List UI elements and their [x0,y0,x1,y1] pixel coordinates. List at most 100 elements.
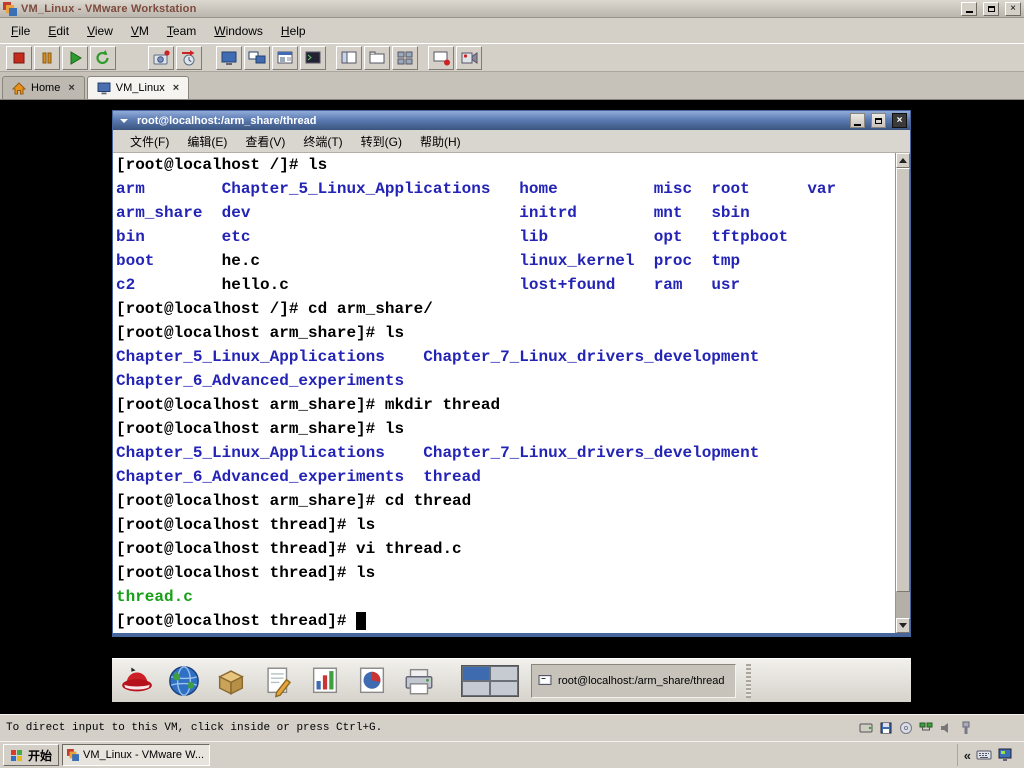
terminal-scrollbar[interactable] [895,153,910,633]
terminal-content[interactable]: [root@localhost /]# ls arm Chapter_5_Linu… [113,153,910,633]
terminal-line: [root@localhost arm_share]# mkdir thread [116,396,501,414]
power-on-icon [70,50,82,65]
terminal-line: [root@localhost thread]# vi thread.c [116,540,462,558]
reset-icon [96,49,109,64]
terminal-menu-help[interactable]: 帮助(H) [411,131,470,152]
show-tabs-button[interactable] [364,45,390,70]
workspace-4[interactable] [490,680,518,696]
power-off-button[interactable] [6,45,32,70]
window-list-item[interactable]: root@localhost:/arm_share/thread [531,663,736,698]
show-sidebar-button[interactable] [336,45,362,70]
terminal-line: [root@localhost arm_share]# cd thread [116,492,472,510]
file-package-icon[interactable] [212,662,250,700]
presentation-pie-icon[interactable] [353,662,391,700]
window-list-label: root@localhost:/arm_share/thread [558,674,725,687]
vmware-statusbar: To direct input to this VM, click inside… [0,714,1024,741]
terminal-menu-file[interactable]: 文件(F) [121,131,178,152]
usb-icon[interactable] [958,720,974,736]
home-icon [12,81,26,94]
scrollbar-thumb[interactable] [896,168,910,592]
revert-snapshot-button[interactable] [176,45,202,70]
terminal-minimize-button[interactable] [850,113,865,128]
revert-snapshot-icon [182,49,195,65]
text-writer-icon[interactable] [259,662,297,700]
terminal-close-button[interactable]: × [892,113,907,128]
scroll-down-button[interactable] [896,618,910,633]
restore-icon [987,5,995,12]
menu-file[interactable]: File [2,21,39,41]
system-tray: « [956,744,1021,766]
vmware-task-icon [67,749,80,761]
show-thumbnails-button[interactable] [392,45,418,70]
menu-help[interactable]: Help [272,21,315,41]
sound-icon[interactable] [938,720,954,736]
terminal-menu-terminal[interactable]: 终端(T) [294,131,351,152]
capture-movie-button[interactable] [456,45,482,70]
redhat-menu-icon[interactable] [118,662,156,700]
tab-home-label: Home [31,82,61,94]
close-button[interactable]: × [1005,1,1021,16]
panel-handle[interactable] [746,663,751,698]
workspace-2[interactable] [490,665,518,681]
tab-bar: Home × VM_Linux × [0,72,1024,100]
workspace-switcher[interactable] [461,664,519,697]
floppy-icon[interactable] [878,720,894,736]
terminal-maximize-button[interactable] [871,113,886,128]
terminal-line: bin etc lib opt tftpboot [116,228,789,246]
start-button[interactable]: 开始 [3,744,60,766]
reset-button[interactable] [90,45,116,70]
terminal-line: arm Chapter_5_Linux_Applications home mi… [116,180,837,198]
network-adapter-icon[interactable] [918,720,934,736]
terminal-menu-edit[interactable]: 编辑(E) [178,131,236,152]
vm-display[interactable]: root@localhost:/arm_share/thread × 文件(F)… [0,100,1024,714]
terminal-line: arm_share dev initrd mnt sbin [116,204,750,222]
minimize-button[interactable] [961,1,977,16]
summary-view-icon [277,51,293,63]
workspace-3[interactable] [462,680,490,696]
menu-vm[interactable]: VM [122,21,158,41]
device-status-icons [858,720,974,736]
capture-screen-button[interactable] [428,45,454,70]
input-method-keyboard-icon[interactable] [976,747,992,763]
tab-close-icon[interactable]: × [173,82,179,94]
tab-close-icon[interactable]: × [68,82,74,94]
menu-edit[interactable]: Edit [39,21,78,41]
window-titlebar[interactable]: VM_Linux - VMware Workstation × [0,0,1024,18]
menu-view[interactable]: View [78,21,122,41]
collapse-chevron-icon[interactable]: « [964,748,971,763]
summary-view-button[interactable] [272,45,298,70]
hard-disk-icon[interactable] [858,720,874,736]
restore-button[interactable] [983,1,999,16]
spreadsheet-chart-icon[interactable] [306,662,344,700]
web-browser-icon[interactable] [165,662,203,700]
terminal-menubar: 文件(F) 编辑(E) 查看(V) 终端(T) 转到(G) 帮助(H) [113,130,910,153]
take-snapshot-button[interactable] [148,45,174,70]
terminal-line: [root@localhost thread]# ls [116,516,376,534]
menu-team[interactable]: Team [158,21,205,41]
quick-switch-button[interactable] [244,45,270,70]
tab-vm-linux[interactable]: VM_Linux × [86,76,190,99]
workspace-1[interactable] [462,665,490,681]
terminal-line: [root@localhost arm_share]# ls [116,324,405,342]
minimize-icon [854,123,861,126]
taskbar-task-vmware[interactable]: VM_Linux - VMware W... [62,744,211,766]
vmware-tray-icon[interactable] [997,747,1013,763]
printer-icon[interactable] [400,662,438,700]
terminal-titlebar[interactable]: root@localhost:/arm_share/thread × [113,111,910,130]
tab-home[interactable]: Home × [2,76,85,99]
window-menu-icon[interactable] [116,113,131,128]
terminal-menu-view[interactable]: 查看(V) [236,131,294,152]
toolbar [0,44,1024,72]
scroll-up-button[interactable] [896,153,910,168]
console-view-button[interactable] [300,45,326,70]
suspend-button[interactable] [34,45,60,70]
fullscreen-icon [221,51,237,65]
minimize-icon [965,11,973,13]
fullscreen-button[interactable] [216,45,242,70]
terminal-menu-go[interactable]: 转到(G) [352,131,411,152]
terminal-line: Chapter_5_Linux_Applications Chapter_7_L… [116,444,760,462]
cd-rom-icon[interactable] [898,720,914,736]
show-tabs-icon [369,51,385,63]
power-on-button[interactable] [62,45,88,70]
menu-windows[interactable]: Windows [205,21,272,41]
